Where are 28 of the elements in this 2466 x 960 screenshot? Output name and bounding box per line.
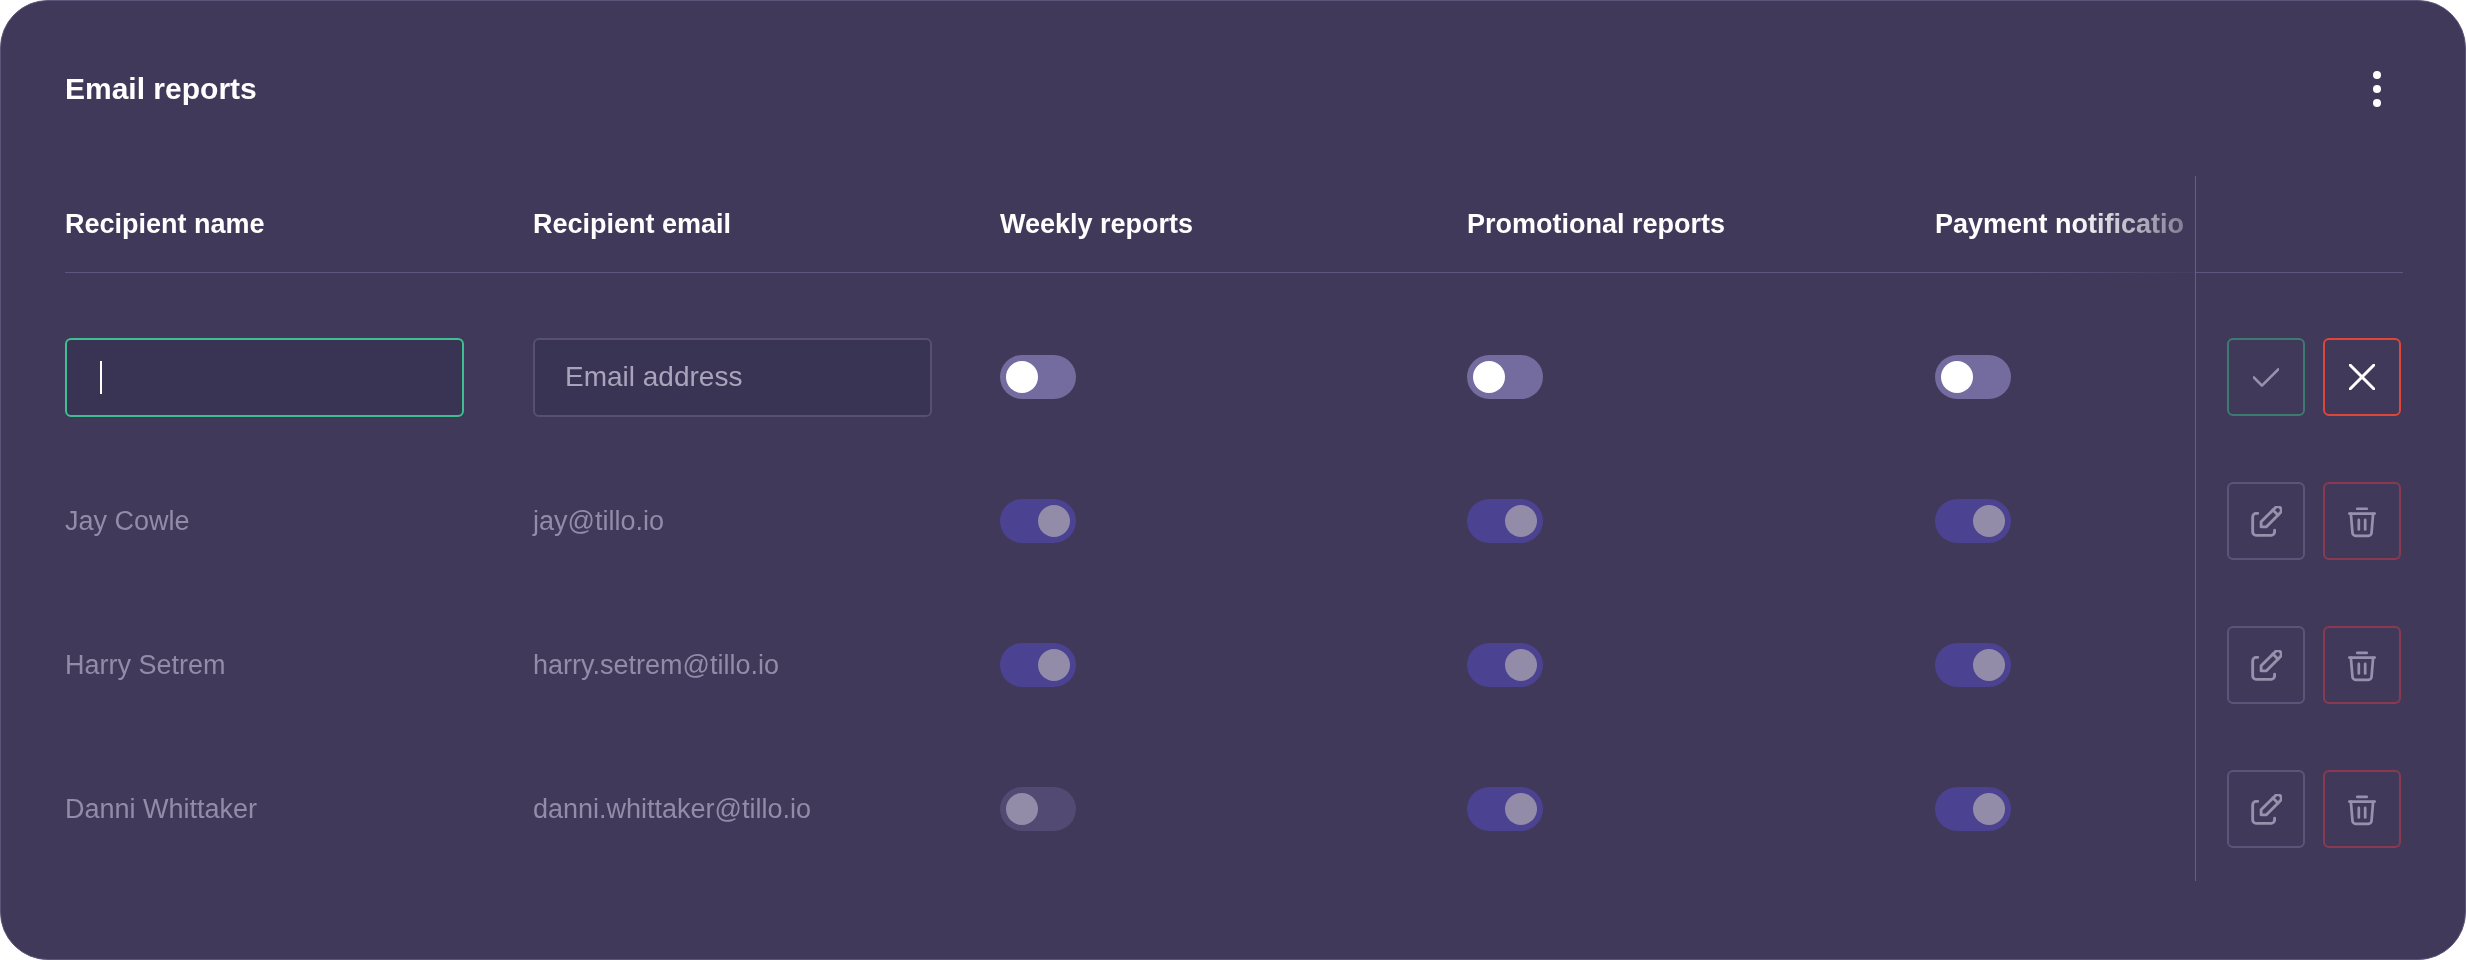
email-input[interactable]: Email address [533, 337, 932, 417]
recipient-name: Jay Cowle [65, 505, 190, 536]
column-header: Payment notificatio [1935, 207, 2185, 241]
recipient-name: Danni Whittaker [65, 793, 258, 824]
recipient-email: danni.whittaker@tillo.io [533, 793, 812, 824]
column-header: Weekly reports [1000, 207, 1194, 241]
toggle-switch[interactable] [1467, 355, 1543, 399]
trash-icon [2348, 648, 2376, 682]
edit-icon [2250, 649, 2282, 681]
edit-icon [2250, 793, 2282, 825]
column-header: Recipient email [533, 207, 732, 241]
trash-icon [2348, 504, 2376, 538]
toggle-switch[interactable] [1935, 355, 2011, 399]
close-icon [2349, 364, 2375, 390]
recipient-email: harry.setrem@tillo.io [533, 649, 779, 680]
column-header: Promotional reports [1467, 207, 1726, 241]
column-header: Recipient name [65, 207, 265, 241]
edit-icon [2250, 505, 2282, 537]
toggle-switch[interactable] [1000, 355, 1076, 399]
cancel-button[interactable] [2323, 338, 2401, 416]
name-input[interactable] [65, 337, 464, 417]
trash-icon [2348, 792, 2376, 826]
card-title: Email reports [65, 71, 257, 107]
more-options-icon[interactable] [2373, 71, 2381, 107]
text-cursor-icon [100, 360, 102, 394]
recipient-email: jay@tillo.io [533, 505, 664, 536]
check-icon [2253, 367, 2279, 387]
recipient-name: Harry Setrem [65, 649, 226, 680]
